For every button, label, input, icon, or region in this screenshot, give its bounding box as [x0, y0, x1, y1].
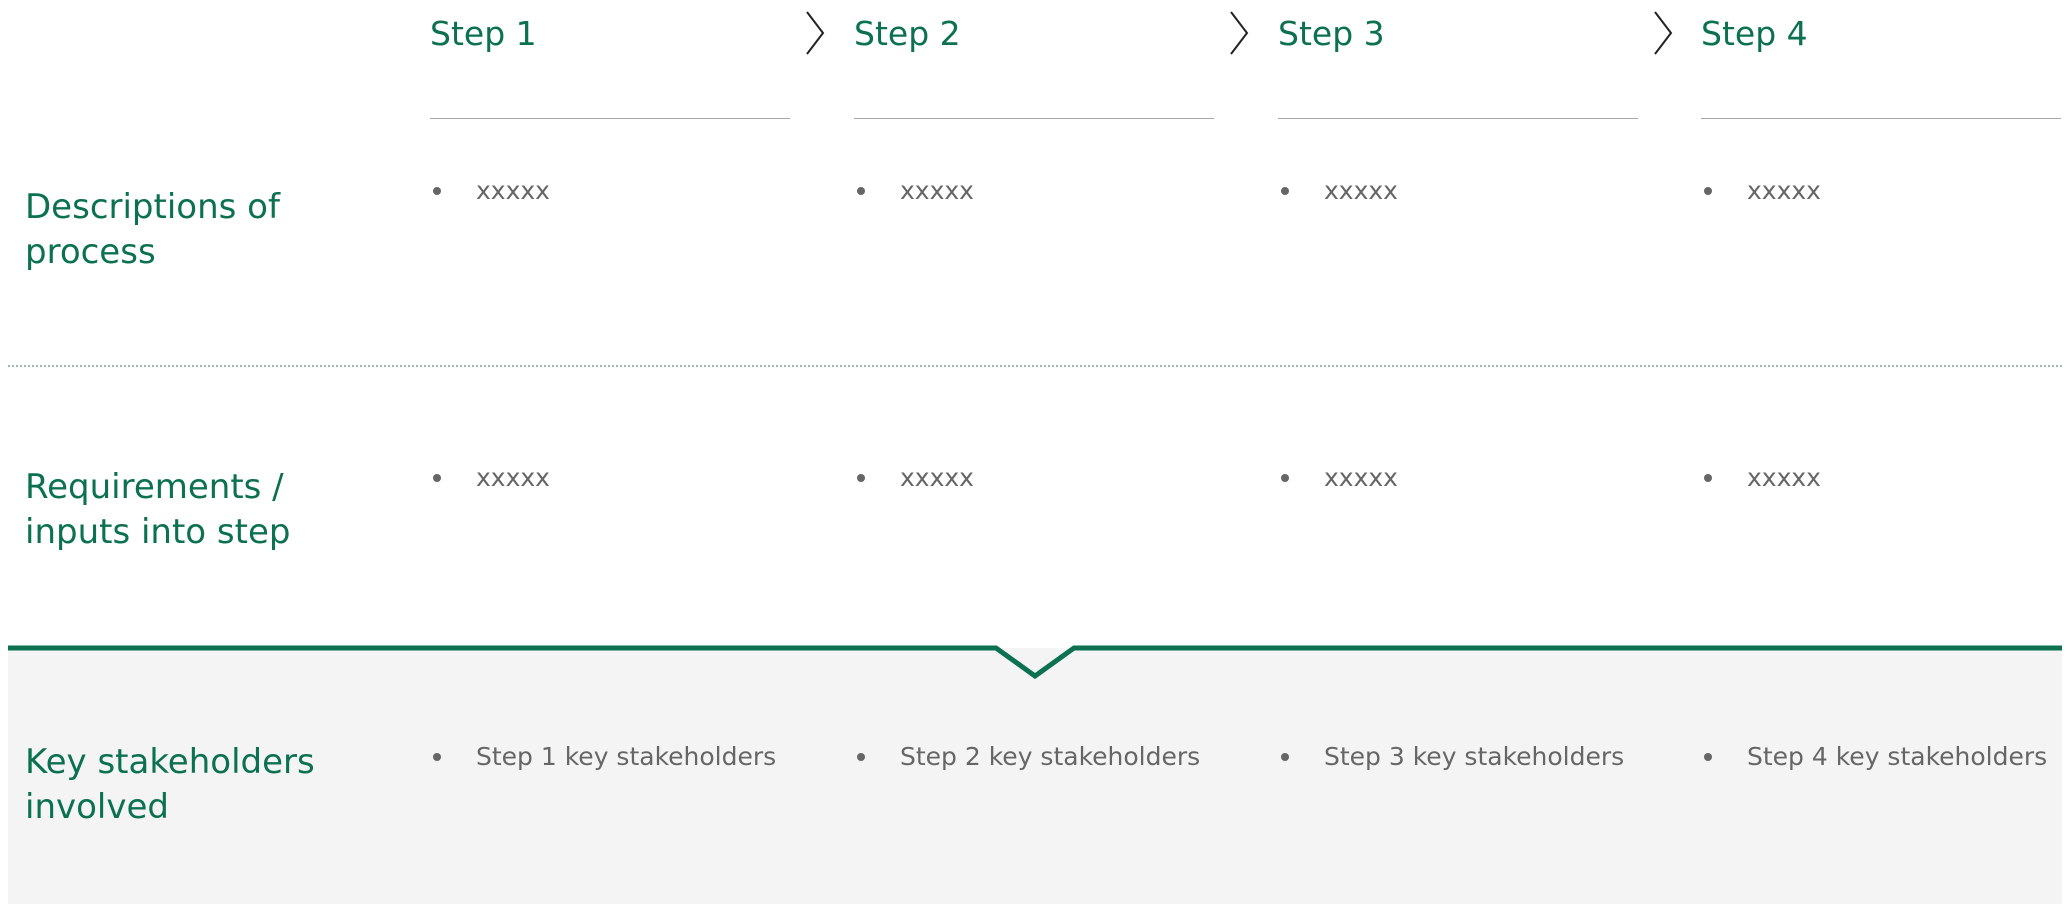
bullet-icon	[433, 474, 441, 482]
requirement-step-4: xxxxx	[1747, 463, 1821, 492]
section-divider-with-notch	[8, 645, 2062, 680]
row-label-stakeholders: Key stakeholders involved	[25, 742, 315, 827]
description-step-2: xxxxx	[900, 176, 974, 205]
stakeholders-step-2: Step 2 key stakeholders	[900, 742, 1201, 771]
bullet-icon	[1704, 187, 1712, 195]
bullet-icon	[1281, 187, 1289, 195]
description-step-3: xxxxx	[1324, 176, 1398, 205]
stakeholders-step-1: Step 1 key stakeholders	[476, 742, 777, 771]
bullet-icon	[433, 753, 441, 761]
bullet-icon	[857, 187, 865, 195]
step-4-underline	[1701, 118, 2061, 119]
step-4-title: Step 4	[1701, 14, 1808, 53]
step-1-underline	[430, 118, 790, 119]
step-1-title: Step 1	[430, 14, 537, 53]
row-label-descriptions: Descriptions of process	[25, 187, 280, 272]
bullet-icon	[1281, 753, 1289, 761]
bullet-icon	[857, 474, 865, 482]
requirement-step-1: xxxxx	[476, 463, 550, 492]
step-2-title: Step 2	[854, 14, 961, 53]
bullet-icon	[1704, 474, 1712, 482]
step-2-underline	[854, 118, 1214, 119]
bullet-icon	[1704, 753, 1712, 761]
chevron-right-icon	[806, 11, 825, 55]
step-3-title: Step 3	[1278, 14, 1385, 53]
requirement-step-3: xxxxx	[1324, 463, 1398, 492]
chevron-down-icon	[8, 645, 2062, 680]
description-step-4: xxxxx	[1747, 176, 1821, 205]
chevron-right-icon	[1230, 11, 1249, 55]
bullet-icon	[857, 753, 865, 761]
bullet-icon	[433, 187, 441, 195]
row-divider	[8, 365, 2062, 367]
chevron-right-icon	[1654, 11, 1673, 55]
bullet-icon	[1281, 474, 1289, 482]
requirement-step-2: xxxxx	[900, 463, 974, 492]
row-label-requirements: Requirements / inputs into step	[25, 467, 291, 552]
stakeholders-step-4: Step 4 key stakeholders	[1747, 742, 2048, 771]
description-step-1: xxxxx	[476, 176, 550, 205]
step-3-underline	[1278, 118, 1638, 119]
stakeholders-step-3: Step 3 key stakeholders	[1324, 742, 1625, 771]
